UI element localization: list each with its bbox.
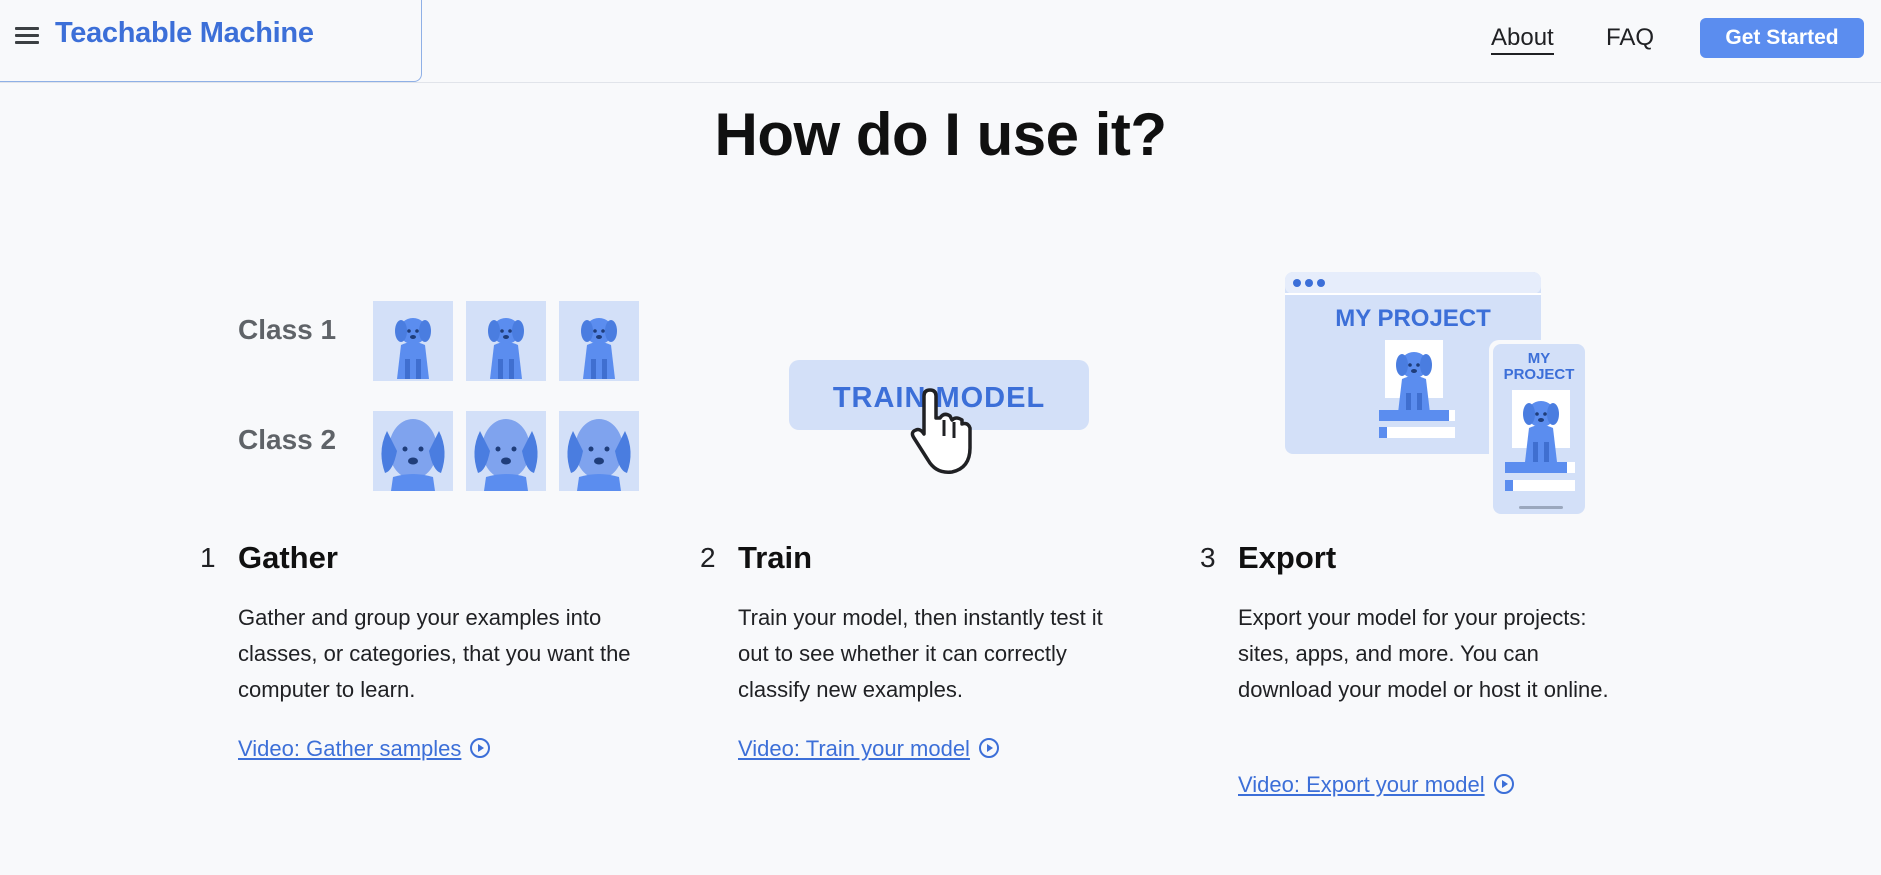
class-2-sample-1 — [373, 411, 453, 491]
video-train-model-link[interactable]: Video: Train your model — [738, 736, 1000, 762]
top-app-bar: Teachable Machine About FAQ Get Started — [0, 0, 1881, 83]
gather-illustration: Class 1 Class 2 — [238, 301, 639, 491]
class-1-sample-3 — [559, 301, 639, 381]
nav-link-faq[interactable]: FAQ — [1606, 24, 1654, 52]
video-link-label: Video: Export your model — [1238, 772, 1485, 797]
play-circle-icon — [1493, 774, 1514, 794]
play-circle-icon — [470, 738, 491, 758]
brand-logo-text[interactable]: Teachable Machine — [55, 17, 314, 50]
desktop-project-title: MY PROJECT — [1335, 305, 1491, 332]
class-1-sample-2 — [466, 301, 546, 381]
train-model-illustration-label: TRAIN MODEL — [833, 382, 1045, 414]
mobile-project-title-line1: MY — [1528, 350, 1551, 367]
nav-link-about[interactable]: About — [1491, 24, 1554, 55]
train-illustration: TRAIN MODEL — [789, 360, 1089, 474]
export-illustration: MY PROJECT MY PROJECT — [1285, 272, 1589, 518]
get-started-button[interactable]: Get Started — [1700, 18, 1864, 58]
class-1-label: Class 1 — [238, 314, 336, 345]
step-title: Train — [738, 540, 813, 575]
section-heading: How do I use it? — [714, 101, 1168, 168]
brand-container: Teachable Machine — [0, 0, 422, 82]
class-2-sample-3 — [559, 411, 639, 491]
video-link-label: Video: Train your model — [738, 736, 970, 761]
video-link-label: Video: Gather samples — [238, 736, 462, 761]
step-title: Export — [1238, 540, 1337, 575]
step-description: Gather and group your examples into clas… — [238, 605, 631, 702]
class-2-sample-2 — [466, 411, 546, 491]
step-description: Train your model, then instantly test it… — [738, 605, 1103, 702]
play-circle-icon — [978, 738, 999, 758]
step-title: Gather — [238, 540, 338, 575]
step-number: 3 — [1200, 542, 1216, 573]
step-number: 1 — [200, 542, 216, 573]
step-number: 2 — [700, 542, 716, 573]
step-description: Export your model for your projects: sit… — [1238, 605, 1609, 702]
video-gather-samples-link[interactable]: Video: Gather samples — [238, 736, 491, 762]
class-2-label: Class 2 — [238, 424, 336, 455]
class-1-sample-1 — [373, 301, 453, 381]
mobile-project-title-line2: PROJECT — [1504, 366, 1575, 383]
video-export-model-link[interactable]: Video: Export your model — [1238, 772, 1515, 798]
hamburger-menu-icon[interactable] — [15, 25, 41, 45]
